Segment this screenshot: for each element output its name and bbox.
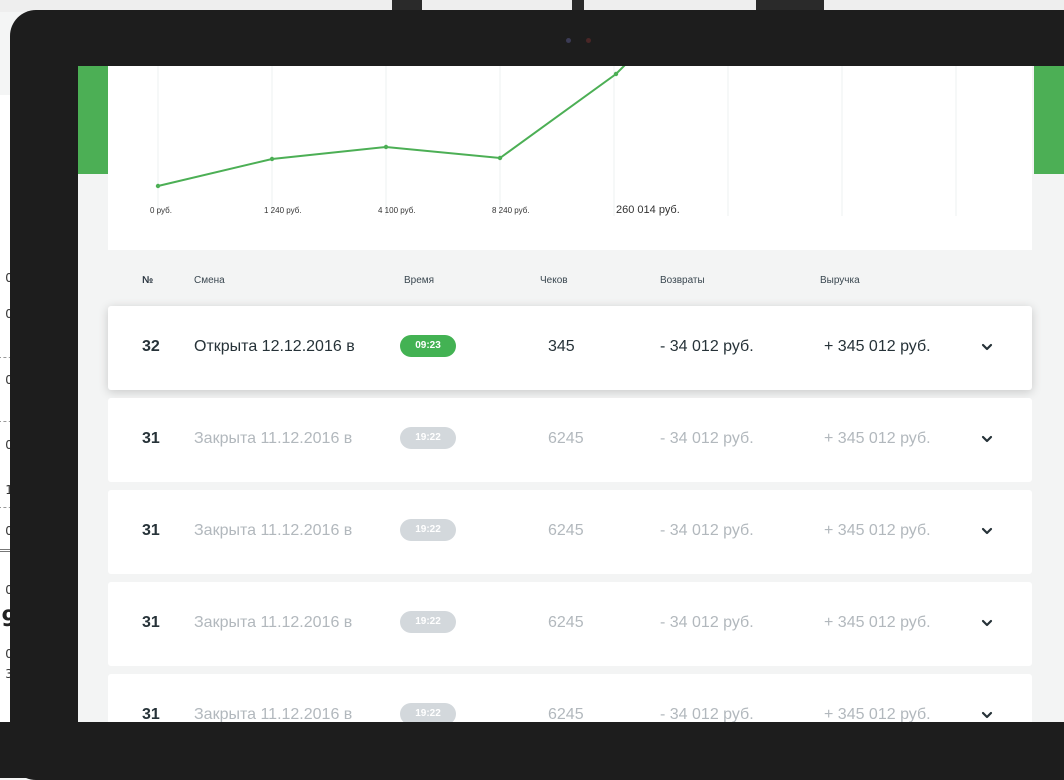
chevron-down-icon[interactable] (980, 524, 994, 538)
shift-status: Закрыта 11.12.2016 в (194, 614, 353, 631)
revenue-chart-svg: 0 руб. 1 240 руб. 4 100 руб. 8 240 руб. 260 … (150, 66, 957, 216)
shift-status: Открыта 12.12.2016 в (194, 338, 355, 355)
column-header-checks: Чеков (540, 275, 568, 286)
chart-x-label: 0 руб. (150, 206, 172, 215)
revenue-amount: + 345 012 руб. (824, 430, 931, 447)
shift-status: Закрыта 11.12.2016 в (194, 706, 353, 722)
time-badge: 09:23 (400, 335, 456, 357)
revenue-line (157, 66, 626, 187)
checks-count: 345 (548, 338, 575, 355)
column-header-time: Время (404, 275, 435, 286)
time-badge: 19:22 (400, 611, 456, 633)
chevron-down-icon[interactable] (980, 340, 994, 354)
returns-amount: - 34 012 руб. (660, 338, 754, 355)
shift-status: Закрыта 11.12.2016 в (194, 430, 353, 447)
table-header: № Смена Время Чеков Возвраты Выручка (108, 262, 1032, 302)
shift-number: 31 (142, 430, 160, 447)
column-header-revenue: Выручка (820, 275, 860, 286)
chart-point (613, 71, 619, 77)
shift-number: 31 (142, 706, 160, 722)
revenue-chart: 0 руб. 1 240 руб. 4 100 руб. 8 240 руб. 260 … (108, 66, 1032, 250)
checks-count: 6245 (548, 522, 584, 539)
checks-count: 6245 (548, 614, 584, 631)
laptop-bottom-bezel (0, 722, 1064, 778)
time-badge: 19:22 (400, 519, 456, 541)
checks-count: 6245 (548, 430, 584, 447)
shift-number: 32 (142, 338, 160, 355)
revenue-amount: + 345 012 руб. (824, 338, 931, 355)
background-object (392, 0, 422, 10)
shift-number: 31 (142, 522, 160, 539)
accent-bar-right (1034, 66, 1064, 174)
column-header-returns: Возвраты (660, 275, 705, 286)
column-header-shift: Смена (194, 275, 225, 286)
table-row[interactable]: 32 Открыта 12.12.2016 в 09:23 345 - 34 012 р… (108, 306, 1032, 390)
chart-x-label: 8 240 руб. (492, 206, 530, 215)
accent-bar-left (78, 66, 108, 174)
app-screen: 0 руб. 1 240 руб. 4 100 руб. 8 240 руб. 260 … (78, 66, 1064, 722)
table-row[interactable]: 31 Закрыта 11.12.2016 в 19:22 6245 - 34 012 … (108, 490, 1032, 574)
column-header-number: № (142, 275, 154, 286)
table-row[interactable]: 31 Закрыта 11.12.2016 в 19:22 6245 - 34 012 … (108, 674, 1032, 722)
webcam (566, 36, 594, 44)
chart-point (269, 156, 275, 162)
returns-amount: - 34 012 руб. (660, 614, 754, 631)
shift-status: Закрыта 11.12.2016 в (194, 522, 353, 539)
background-object (756, 0, 824, 10)
chart-point (383, 144, 389, 150)
revenue-amount: + 345 012 руб. (824, 706, 931, 722)
chart-x-label: 4 100 руб. (378, 206, 416, 215)
time-badge: 19:22 (400, 703, 456, 722)
revenue-amount: + 345 012 руб. (824, 522, 931, 539)
shift-number: 31 (142, 614, 160, 631)
camera-lens-icon (566, 38, 571, 43)
chart-x-label: 260 014 руб. (616, 204, 680, 216)
revenue-amount: + 345 012 руб. (824, 614, 931, 631)
time-badge: 19:22 (400, 427, 456, 449)
chevron-down-icon[interactable] (980, 616, 994, 630)
returns-amount: - 34 012 руб. (660, 430, 754, 447)
chart-point (497, 155, 503, 161)
background-object (572, 0, 584, 10)
table-row[interactable]: 31 Закрыта 11.12.2016 в 19:22 6245 - 34 012 … (108, 582, 1032, 666)
table-row[interactable]: 31 Закрыта 11.12.2016 в 19:22 6245 - 34 012 … (108, 398, 1032, 482)
checks-count: 6245 (548, 706, 584, 722)
chart-x-label: 1 240 руб. (264, 206, 302, 215)
camera-indicator-icon (586, 38, 591, 43)
chevron-down-icon[interactable] (980, 432, 994, 446)
chart-point (155, 183, 161, 189)
returns-amount: - 34 012 руб. (660, 706, 754, 722)
chevron-down-icon[interactable] (980, 708, 994, 722)
returns-amount: - 34 012 руб. (660, 522, 754, 539)
